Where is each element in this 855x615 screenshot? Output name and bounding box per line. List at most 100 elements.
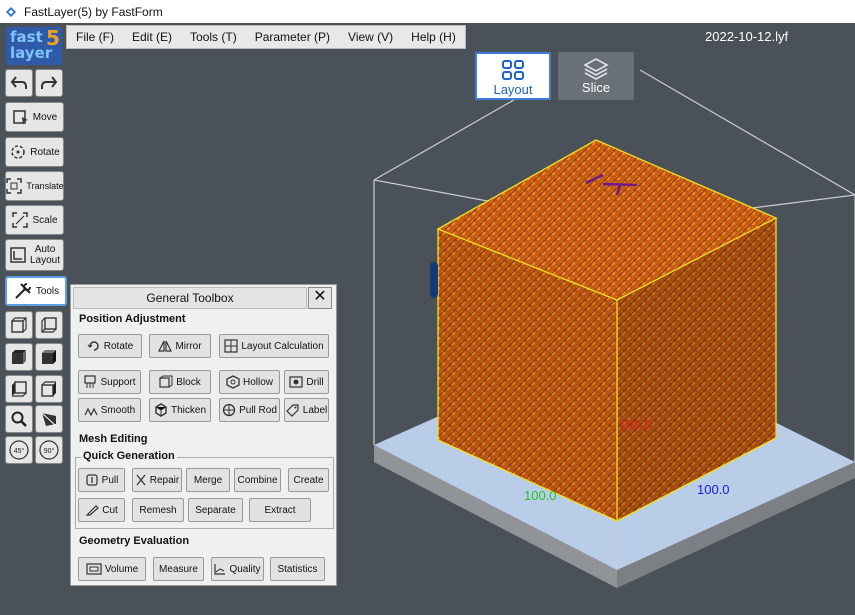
redo-button[interactable] <box>35 69 63 97</box>
separate-label: Separate <box>195 504 236 516</box>
combine-button[interactable]: Combine <box>234 468 281 492</box>
layout-mode-button[interactable]: Layout <box>475 52 551 100</box>
redo-icon <box>41 76 58 89</box>
menu-edit[interactable]: Edit (E) <box>123 30 181 44</box>
drill-button[interactable]: Drill <box>284 370 329 394</box>
label-button-label: Label <box>302 404 328 416</box>
repair-button[interactable]: Repair <box>132 468 182 492</box>
mirror-button[interactable]: Mirror <box>149 334 211 358</box>
move-button[interactable]: Move <box>5 102 64 132</box>
measure-button[interactable]: Measure <box>153 557 204 581</box>
create-button[interactable]: Create <box>288 468 329 492</box>
wrench-icon <box>15 283 31 299</box>
thicken-icon <box>155 403 167 417</box>
undo-button[interactable] <box>5 69 33 97</box>
geometry-evaluation-heading: Geometry Evaluation <box>79 535 190 547</box>
translate-button[interactable]: Translate <box>5 171 64 201</box>
view-left-button[interactable] <box>5 375 33 403</box>
merge-label: Merge <box>193 474 223 486</box>
block-button[interactable]: Block <box>149 370 211 394</box>
layout-calculation-button[interactable]: Layout Calculation <box>219 334 329 358</box>
hollow-icon <box>226 375 240 389</box>
volume-button[interactable]: Volume <box>78 557 146 581</box>
auto-layout-label-line2: Layout <box>29 255 61 266</box>
rotate-icon <box>87 341 99 351</box>
cube-back-icon <box>41 317 57 333</box>
magnifier-icon <box>11 411 27 427</box>
merge-button[interactable]: Merge <box>186 468 230 492</box>
tools-label: Tools <box>35 285 60 297</box>
zoom-button[interactable] <box>5 405 33 433</box>
measure-label: Measure <box>159 563 198 575</box>
cut-button[interactable]: Cut <box>78 498 125 522</box>
rotate-90-icon: 90° <box>39 440 59 460</box>
scale-button[interactable]: Scale <box>5 205 64 235</box>
menu-bar: File (F) Edit (E) Tools (T) Parameter (P… <box>66 25 466 49</box>
statistics-button[interactable]: Statistics <box>270 557 325 581</box>
menu-parameter[interactable]: Parameter (P) <box>246 30 339 44</box>
cube-right-icon <box>41 381 56 397</box>
auto-layout-label: Auto Layout <box>30 244 60 266</box>
label-button[interactable]: Label <box>284 398 329 422</box>
move-icon <box>13 110 28 125</box>
toolbox-title: General Toolbox <box>73 287 307 309</box>
slice-mode-button[interactable]: Slice <box>558 52 634 100</box>
menu-tools[interactable]: Tools (T) <box>181 30 246 44</box>
z-dimension-label: 100.0 <box>619 417 652 432</box>
undo-icon <box>10 76 27 89</box>
support-button[interactable]: Support <box>78 370 141 394</box>
support-label: Support <box>100 376 136 388</box>
rotate-button[interactable]: Rotate <box>5 137 64 167</box>
quality-button[interactable]: Quality <box>211 557 264 581</box>
rotate-45-button[interactable]: 45° <box>5 436 33 464</box>
view-bottom-button[interactable] <box>35 343 63 371</box>
x-dimension-label: 100.0 <box>524 488 557 503</box>
quality-label: Quality <box>229 563 261 575</box>
toolbox-rotate-button[interactable]: Rotate <box>78 334 142 358</box>
repair-label: Repair <box>149 474 180 486</box>
perspective-button[interactable] <box>35 405 63 433</box>
view-right-button[interactable] <box>35 375 63 403</box>
slice-mode-label: Slice <box>581 80 611 95</box>
close-button[interactable]: ✕ <box>308 287 332 309</box>
logo-version: 5 <box>46 26 60 50</box>
block-icon <box>159 375 173 388</box>
cube-bottom-icon <box>42 350 56 364</box>
menu-file[interactable]: File (F) <box>67 30 123 44</box>
extract-label: Extract <box>264 504 296 516</box>
translate-icon <box>6 178 23 194</box>
knife-icon <box>85 505 100 516</box>
move-label: Move <box>32 111 58 123</box>
pull-label: Pull <box>101 474 119 486</box>
rotate-90-button[interactable]: 90° <box>35 436 63 464</box>
extract-button[interactable]: Extract <box>249 498 311 522</box>
mirror-icon <box>158 340 173 352</box>
auto-layout-button[interactable]: Auto Layout <box>5 239 64 271</box>
repair-icon <box>136 474 146 486</box>
support-icon <box>84 375 97 388</box>
view-front-button[interactable] <box>5 311 33 339</box>
pull-rod-button[interactable]: Pull Rod <box>219 398 280 422</box>
tools-button[interactable]: Tools <box>5 276 67 306</box>
rotate-icon <box>11 145 26 159</box>
view-back-button[interactable] <box>35 311 63 339</box>
view-top-button[interactable] <box>5 343 33 371</box>
pull-button[interactable]: Pull <box>78 468 125 492</box>
thicken-button[interactable]: Thicken <box>149 398 211 422</box>
cube-left-icon <box>12 381 27 397</box>
hollow-button[interactable]: Hollow <box>219 370 280 394</box>
separate-button[interactable]: Separate <box>188 498 243 522</box>
remesh-button[interactable]: Remesh <box>132 498 184 522</box>
smooth-button[interactable]: Smooth <box>78 398 141 422</box>
layout-calculation-icon <box>224 339 238 353</box>
menu-view[interactable]: View (V) <box>339 30 402 44</box>
general-toolbox-panel: General Toolbox ✕ Position Adjustment Ro… <box>70 284 337 586</box>
close-icon: ✕ <box>313 288 327 305</box>
layout-icon <box>502 60 524 80</box>
pull-rod-icon <box>222 403 236 417</box>
rotate-label: Rotate <box>30 146 60 158</box>
gizmo-handle[interactable] <box>430 262 438 298</box>
auto-layout-label-line1: Auto <box>34 244 56 255</box>
menu-help[interactable]: Help (H) <box>402 30 465 44</box>
quality-icon <box>214 564 226 575</box>
